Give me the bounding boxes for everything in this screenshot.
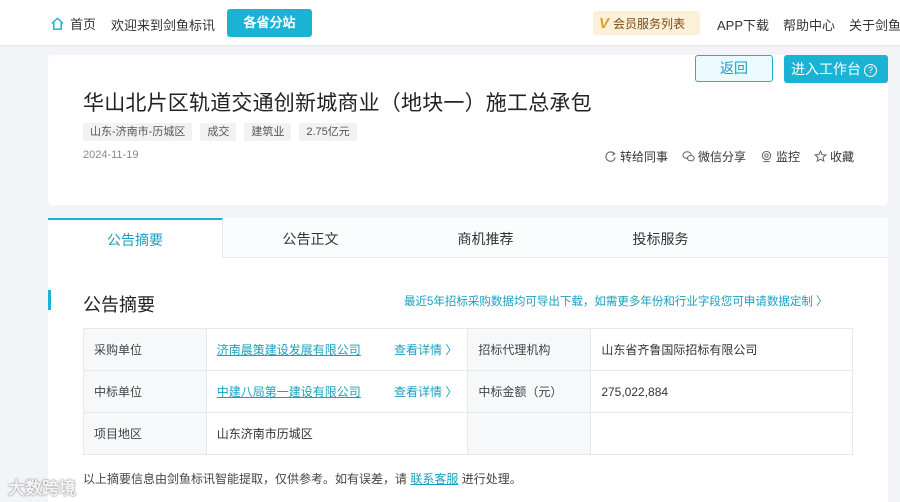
amount-value: 275,022,884 <box>590 370 853 413</box>
watermark-logo: 大数跨境 <box>8 479 76 498</box>
nav-home-link[interactable]: 首页 <box>50 14 96 33</box>
monitor-icon <box>761 150 772 163</box>
forward-button[interactable]: 转给同事 <box>604 148 668 165</box>
data-export-link[interactable]: 最近5年招标采购数据均可导出下载，如需更多年份和行业字段您可申请数据定制 〉 <box>404 293 828 309</box>
forward-icon <box>605 151 616 162</box>
tag-status: 成交 <box>200 123 237 141</box>
empty-value-cell <box>590 412 853 455</box>
tag-industry: 建筑业 <box>244 123 292 141</box>
winner-label: 中标单位 <box>83 370 207 413</box>
section-title: 公告摘要 <box>83 295 155 315</box>
contact-support-link[interactable]: 联系客服 <box>410 472 458 486</box>
region-value: 山东济南市历城区 <box>205 412 469 455</box>
purchaser-link[interactable]: 济南晨策建设发展有限公司 <box>217 343 361 357</box>
tab-bar: 公告摘要 公告正文 商机推荐 投标服务 <box>48 218 888 258</box>
home-icon <box>51 17 64 30</box>
agency-label: 招标代理机构 <box>467 328 592 371</box>
tag-amount: 2.75亿元 <box>299 123 357 141</box>
wechat-share-button[interactable]: 微信分享 <box>682 148 746 165</box>
table-row: 项目地区 山东济南市历城区 <box>83 412 853 455</box>
table-row: 采购单位 济南晨策建设发展有限公司 查看详情 〉 招标代理机构 山东省齐鲁国际招… <box>83 328 853 371</box>
empty-label-cell <box>467 412 592 455</box>
tab-summary[interactable]: 公告摘要 <box>48 218 223 258</box>
agency-value: 山东省齐鲁国际招标有限公司 <box>590 328 853 371</box>
nav-app-download[interactable]: APP下载 <box>717 15 769 34</box>
vip-icon: V <box>599 14 610 32</box>
purchaser-label: 采购单位 <box>83 328 207 371</box>
disclaimer-prefix: 以上摘要信息由剑鱼标讯智能提取，仅供参考。如有误差，请 <box>83 472 408 486</box>
star-icon <box>814 150 828 163</box>
disclaimer-suffix: 进行处理。 <box>461 472 522 486</box>
favorite-button[interactable]: 收藏 <box>814 148 854 165</box>
wechat-icon <box>682 151 695 162</box>
publish-date: 2024-11-19 <box>83 149 139 161</box>
action-bar: 转给同事 微信分享 监控 收藏 <box>604 148 868 165</box>
region-label: 项目地区 <box>83 412 207 455</box>
winner-cell: 中建八局第一建设有限公司 查看详情 〉 <box>205 370 469 413</box>
table-row: 中标单位 中建八局第一建设有限公司 查看详情 〉 中标金额（元） 275,022… <box>83 370 853 413</box>
purchaser-details-link[interactable]: 查看详情 〉 <box>394 341 457 358</box>
branch-sites-button[interactable]: 各省分站 <box>227 9 312 37</box>
help-icon: ? <box>864 64 877 77</box>
winner-link[interactable]: 中建八局第一建设有限公司 <box>217 385 361 399</box>
nav-help-center[interactable]: 帮助中心 <box>783 15 835 34</box>
forward-label: 转给同事 <box>620 150 669 164</box>
workbench-button[interactable]: 进入工作台? <box>784 55 888 83</box>
nav-home-label: 首页 <box>70 17 97 32</box>
purchaser-cell: 济南晨策建设发展有限公司 查看详情 〉 <box>205 328 469 371</box>
top-nav: 首页 欢迎来到剑鱼标讯 各省分站 V 会员服务列表 APP下载 帮助中心 关于剑… <box>0 0 900 46</box>
tab-recommendations[interactable]: 商机推荐 <box>398 218 573 258</box>
vip-service-label: 会员服务列表 <box>613 16 686 31</box>
vip-service-button[interactable]: V 会员服务列表 <box>593 11 700 35</box>
tag-region: 山东-济南市-历城区 <box>83 123 193 141</box>
monitor-label: 监控 <box>776 150 801 164</box>
tag-list: 山东-济南市-历城区 成交 建筑业 2.75亿元 <box>83 123 357 141</box>
nav-about[interactable]: 关于剑鱼 <box>849 15 900 34</box>
section-accent-bar <box>48 290 51 310</box>
tab-full-text[interactable]: 公告正文 <box>223 218 398 258</box>
tab-bid-services[interactable]: 投标服务 <box>573 218 748 258</box>
summary-table: 采购单位 济南晨策建设发展有限公司 查看详情 〉 招标代理机构 山东省齐鲁国际招… <box>83 328 853 455</box>
page-title: 华山北片区轨道交通创新城商业（地块一）施工总承包 <box>83 92 592 115</box>
back-button[interactable]: 返回 <box>695 55 773 82</box>
workbench-label: 进入工作台 <box>791 61 861 77</box>
winner-details-link[interactable]: 查看详情 〉 <box>394 383 457 400</box>
wechat-share-label: 微信分享 <box>698 150 747 164</box>
nav-welcome-text: 欢迎来到剑鱼标讯 <box>111 18 216 33</box>
disclaimer-text: 以上摘要信息由剑鱼标讯智能提取，仅供参考。如有误差，请 联系客服 进行处理。 <box>83 470 522 487</box>
amount-label: 中标金额（元） <box>467 370 592 413</box>
favorite-label: 收藏 <box>830 150 855 164</box>
monitor-button[interactable]: 监控 <box>760 148 800 165</box>
